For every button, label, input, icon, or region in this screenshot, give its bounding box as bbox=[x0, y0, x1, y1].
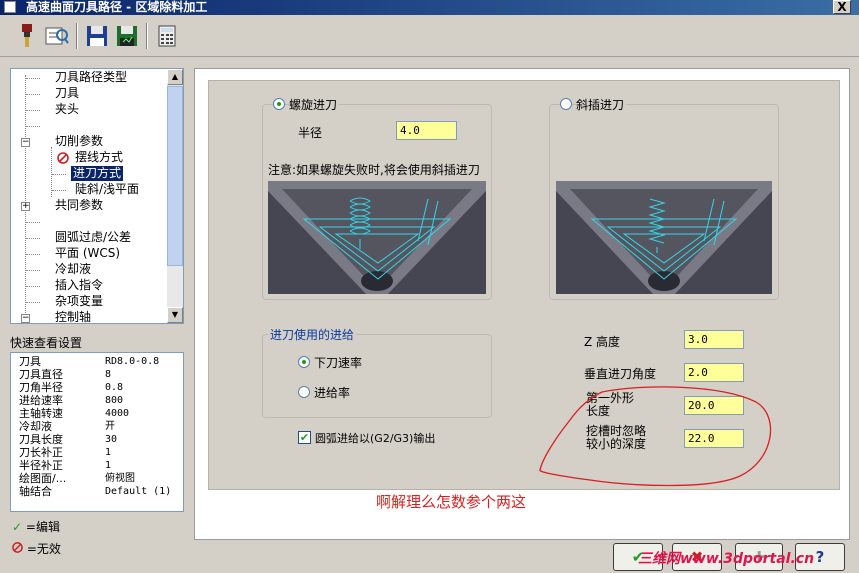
collapse-icon[interactable]: − bbox=[21, 138, 30, 147]
arc-output-label: 圆弧进给以(G2/G3)输出 bbox=[315, 432, 436, 445]
tree-connector bbox=[26, 254, 40, 255]
list-item: 主轴转速 4000 bbox=[19, 407, 130, 420]
tree-item-linking[interactable]: 共同参数 bbox=[55, 198, 103, 213]
tree-connector bbox=[52, 190, 66, 191]
tool-icon[interactable] bbox=[14, 23, 40, 49]
list-item: 绘图面/... 俯视图 bbox=[19, 472, 135, 485]
tree-item-plane[interactable]: 平面 (WCS) bbox=[55, 246, 120, 261]
list-item: 半径补正 1 bbox=[19, 459, 112, 472]
tree-connector bbox=[26, 78, 40, 79]
plunge-rate-radio[interactable] bbox=[298, 356, 310, 368]
title-bar: 高速曲面刀具路径 - 区域除料加工 X bbox=[0, 0, 859, 15]
tree-item-tool[interactable]: 刀具 bbox=[55, 86, 79, 101]
tree-scrollbar[interactable]: ▲ ▼ bbox=[167, 69, 183, 323]
list-item: 刀具直径 8 bbox=[19, 368, 112, 381]
scroll-up-icon[interactable]: ▲ bbox=[167, 69, 183, 85]
expand-icon[interactable]: + bbox=[21, 202, 30, 211]
tree-connector bbox=[26, 126, 40, 127]
helix-label: 螺旋进刀 bbox=[289, 96, 340, 113]
tree-connector bbox=[52, 174, 66, 175]
tree-connector bbox=[26, 222, 40, 223]
feed-group bbox=[262, 334, 492, 418]
list-item: 刀角半径 0.8 bbox=[19, 381, 124, 394]
tree-item-arc-filter[interactable]: 圆弧过虑/公差 bbox=[55, 230, 131, 245]
quick-view-list: 刀具 RD8.0-0.8 刀具直径 8 刀角半径 0.8 进给速率 800 主轴转速 40… bbox=[10, 352, 184, 512]
toolbar-separator bbox=[76, 23, 78, 49]
scroll-down-icon[interactable]: ▼ bbox=[167, 307, 183, 323]
list-item: 进给速率 800 bbox=[19, 394, 124, 407]
tree-item-canned-text[interactable]: 插入指令 bbox=[55, 278, 103, 293]
helix-preview-image bbox=[268, 181, 486, 294]
list-item: 刀具长度 30 bbox=[19, 433, 118, 446]
tree-connector bbox=[26, 238, 40, 239]
tool-list-icon[interactable] bbox=[44, 23, 70, 49]
app-icon bbox=[4, 1, 16, 13]
ramp-radio[interactable] bbox=[560, 98, 572, 110]
parameter-tree[interactable]: 刀具路径类型 刀具 夹头 − 切削参数 摆线方式 进刀方式 陡斜/浅平面 + 共… bbox=[10, 68, 184, 324]
tree-item-coolant[interactable]: 冷却液 bbox=[55, 262, 91, 277]
feed-rate-radio[interactable] bbox=[298, 386, 310, 398]
watermark: 三维网www.3dportal.cn bbox=[638, 551, 815, 567]
check-icon: ✓ bbox=[12, 520, 23, 534]
scroll-thumb[interactable] bbox=[167, 86, 183, 266]
collapse-icon[interactable]: − bbox=[21, 314, 30, 323]
invalid-icon bbox=[12, 542, 23, 556]
tree-connector bbox=[25, 75, 26, 315]
annotation-text: 啊解理么怎数参个两这 bbox=[376, 493, 527, 511]
list-item: 轴结合 Default (1) bbox=[19, 485, 172, 498]
plunge-rate-label: 下刀速率 bbox=[314, 356, 363, 370]
ramp-preview-image bbox=[556, 181, 772, 294]
legend-invalid: =无效 bbox=[12, 540, 61, 557]
tree-item-misc-values[interactable]: 杂项变量 bbox=[55, 294, 103, 309]
ramp-label: 斜插进刀 bbox=[576, 96, 627, 113]
calculator-icon[interactable] bbox=[154, 23, 180, 49]
tree-item-trochoidal[interactable]: 摆线方式 bbox=[75, 150, 123, 165]
radius-label: 半径 bbox=[298, 126, 323, 140]
window-title: 高速曲面刀具路径 - 区域除料加工 bbox=[26, 0, 208, 14]
list-item: 刀具 RD8.0-0.8 bbox=[19, 355, 160, 368]
toolbar-separator bbox=[146, 23, 148, 49]
save-all-icon[interactable] bbox=[114, 23, 140, 49]
z-height-label: Z 高度 bbox=[584, 335, 621, 349]
tree-item-cut-params[interactable]: 切削参数 bbox=[55, 134, 103, 149]
feed-group-title: 进刀使用的进给 bbox=[268, 326, 357, 343]
annotation-circle bbox=[539, 386, 772, 487]
tree-item-entry-method[interactable]: 进刀方式 bbox=[71, 166, 124, 181]
quick-view-title: 快速查看设置 bbox=[10, 336, 83, 350]
legend-edit: ✓ =编辑 bbox=[12, 520, 60, 534]
save-icon[interactable] bbox=[84, 23, 110, 49]
tree-connector bbox=[26, 302, 40, 303]
tree-connector bbox=[26, 94, 40, 95]
tree-item-axis-control[interactable]: 控制轴 bbox=[55, 310, 91, 323]
list-item: 刀长补正 1 bbox=[19, 446, 112, 459]
tree-connector bbox=[26, 286, 40, 287]
helix-radio[interactable] bbox=[273, 98, 285, 110]
tree-item-steep-shallow[interactable]: 陡斜/浅平面 bbox=[75, 182, 139, 197]
arc-output-checkbox[interactable]: ✔ bbox=[298, 431, 311, 444]
radius-input[interactable]: 4.0 bbox=[396, 121, 457, 140]
close-button[interactable]: X bbox=[833, 0, 851, 14]
help-icon: ? bbox=[815, 548, 825, 566]
invalid-icon bbox=[57, 150, 71, 165]
list-item: 冷却液开 bbox=[19, 420, 115, 433]
z-height-input[interactable]: 3.0 bbox=[684, 330, 744, 349]
tree-connector bbox=[26, 110, 40, 111]
tree-item-holder[interactable]: 夹头 bbox=[55, 102, 79, 117]
toolbar bbox=[0, 17, 859, 57]
helix-note: 注意:如果螺旋失败时,将会使用斜插进刀 bbox=[268, 163, 480, 177]
feed-rate-label: 进给率 bbox=[314, 386, 351, 400]
tree-item-toolpath-type[interactable]: 刀具路径类型 bbox=[55, 70, 127, 85]
tree-connector bbox=[26, 270, 40, 271]
